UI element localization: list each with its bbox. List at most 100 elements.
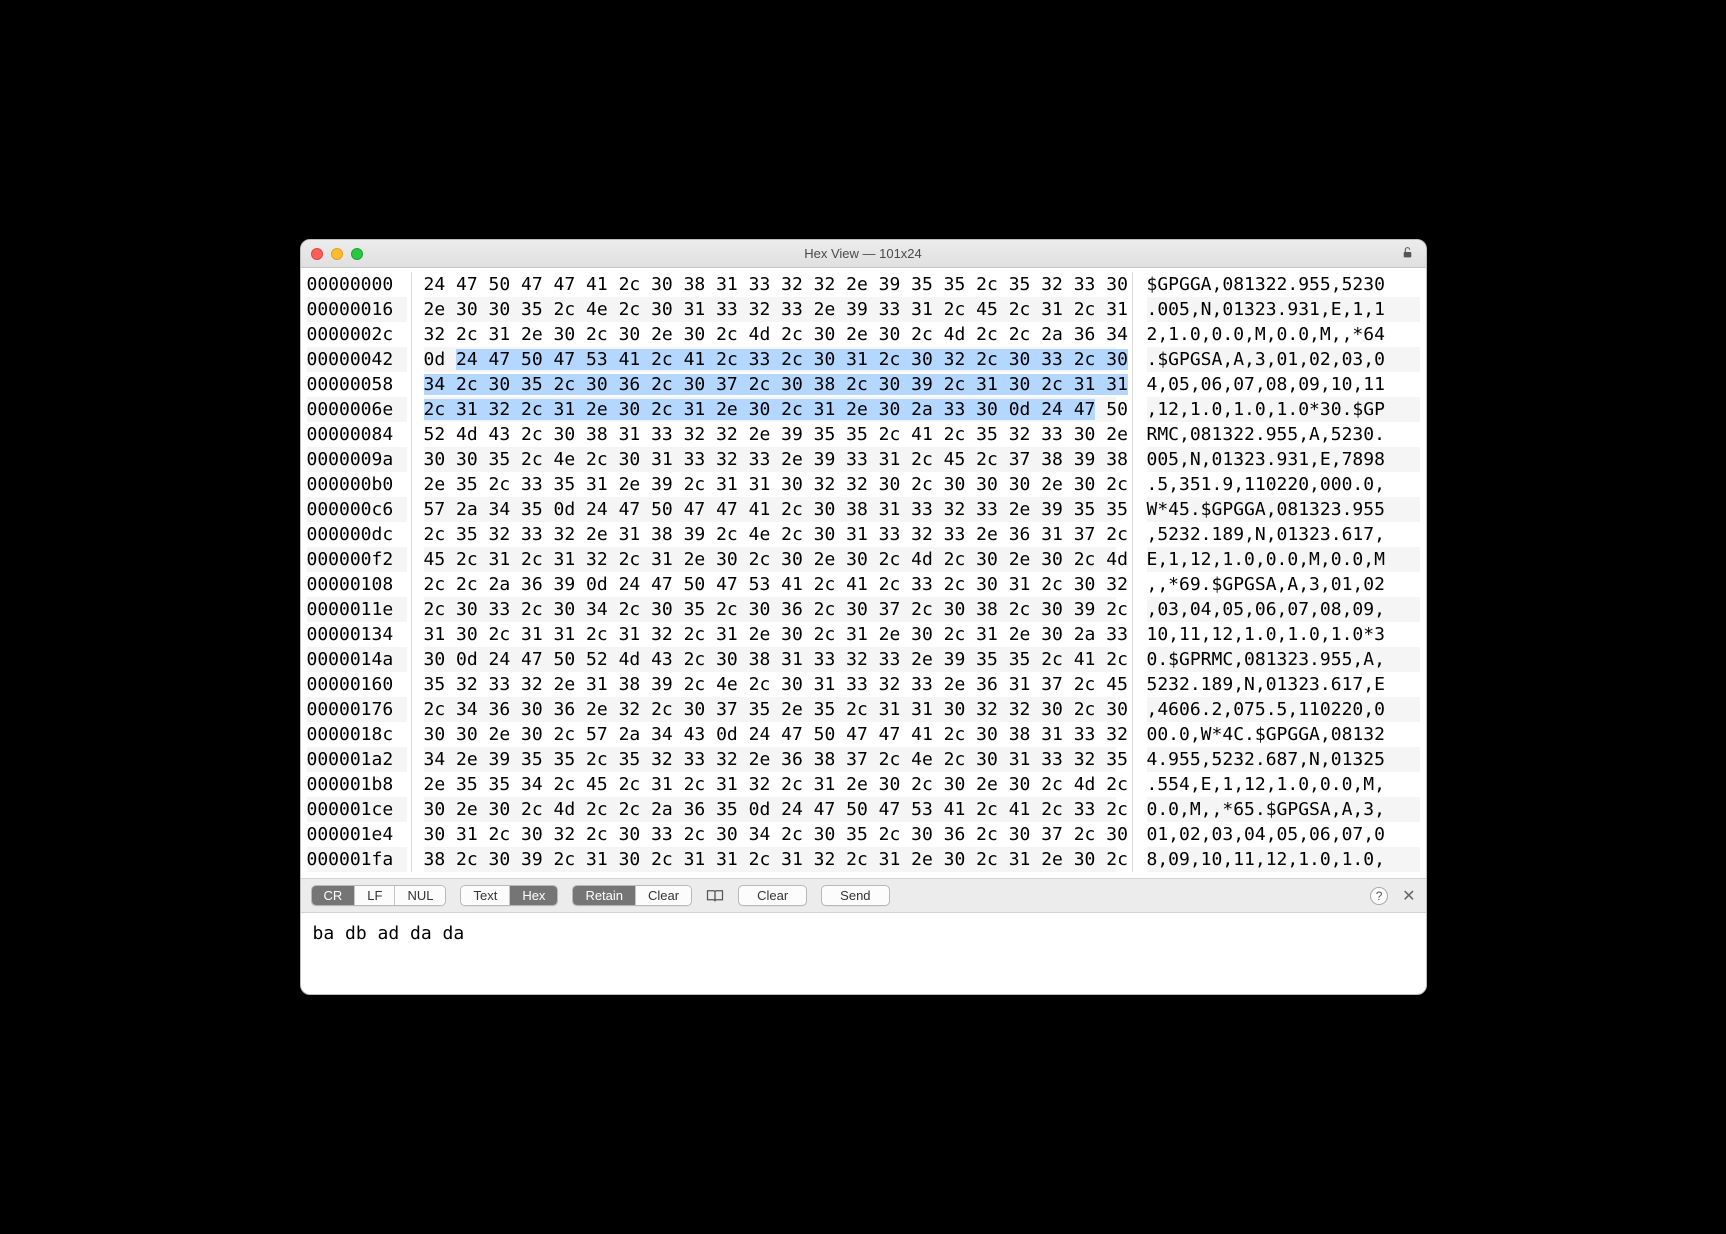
ascii-row[interactable]: ,5232.189,N,01323.617, (1147, 522, 1420, 547)
hex-row[interactable]: 24 47 50 47 47 41 2c 30 38 31 33 32 32 2… (424, 272, 1116, 297)
ascii-row[interactable]: ,,*69.$GPGSA,A,3,01,02 (1147, 572, 1420, 597)
help-icon[interactable]: ? (1370, 887, 1388, 905)
hex-row[interactable]: 2e 35 35 34 2c 45 2c 31 2c 31 32 2c 31 2… (424, 772, 1116, 797)
retain-segmented: Retain Clear (572, 885, 692, 906)
lf-button[interactable]: LF (355, 886, 395, 905)
hex-row[interactable]: 57 2a 34 35 0d 24 47 50 47 47 41 2c 30 3… (424, 497, 1116, 522)
ascii-row[interactable]: E,1,12,1.0,0.0,M,0.0,M (1147, 547, 1420, 572)
hex-row[interactable]: 34 2c 30 35 2c 30 36 2c 30 37 2c 30 38 2… (424, 372, 1116, 397)
close-panel-icon[interactable]: ✕ (1402, 886, 1415, 906)
hex-row[interactable]: 31 30 2c 31 31 2c 31 32 2c 31 2e 30 2c 3… (424, 622, 1116, 647)
offset-cell: 0000006e (307, 397, 407, 422)
ascii-row[interactable]: 10,11,12,1.0,1.0,1.0*3 (1147, 622, 1420, 647)
ascii-row[interactable]: 5232.189,N,01323.617,E (1147, 672, 1420, 697)
offset-cell: 000001e4 (307, 822, 407, 847)
offset-cell: 00000176 (307, 697, 407, 722)
ascii-row[interactable]: .554,E,1,12,1.0,0.0,M, (1147, 772, 1420, 797)
titlebar[interactable]: Hex View — 101x24 (301, 240, 1426, 268)
offset-cell: 000001a2 (307, 747, 407, 772)
ascii-row[interactable]: ,4606.2,075.5,110220,0 (1147, 697, 1420, 722)
ascii-row[interactable]: 4,05,06,07,08,09,10,11 (1147, 372, 1420, 397)
hex-row[interactable]: 2c 31 32 2c 31 2e 30 2c 31 2e 30 2c 31 2… (424, 397, 1116, 422)
nul-button[interactable]: NUL (395, 886, 445, 905)
hex-row[interactable]: 2c 2c 2a 36 39 0d 24 47 50 47 53 41 2c 4… (424, 572, 1116, 597)
hex-row[interactable]: 38 2c 30 39 2c 31 30 2c 31 31 2c 31 32 2… (424, 847, 1116, 872)
send-input[interactable]: ba db ad da da (301, 913, 1426, 994)
ascii-row[interactable]: 005,N,01323.931,E,7898 (1147, 447, 1420, 472)
cr-button[interactable]: CR (312, 886, 356, 905)
ascii-row[interactable]: .005,N,01323.931,E,1,1 (1147, 297, 1420, 322)
offset-cell: 0000009a (307, 447, 407, 472)
hex-row[interactable]: 30 30 2e 30 2c 57 2a 34 43 0d 24 47 50 4… (424, 722, 1116, 747)
ascii-row[interactable]: .5,351.9,110220,000.0, (1147, 472, 1420, 497)
hex-row[interactable]: 45 2c 31 2c 31 32 2c 31 2e 30 2c 30 2e 3… (424, 547, 1116, 572)
hex-row[interactable]: 35 32 33 32 2e 31 38 39 2c 4e 2c 30 31 3… (424, 672, 1116, 697)
offset-cell: 00000084 (307, 422, 407, 447)
ascii-row[interactable]: 0.$GPRMC,081323.955,A, (1147, 647, 1420, 672)
zoom-window-button[interactable] (351, 248, 363, 260)
offset-cell: 000000b0 (307, 472, 407, 497)
ascii-row[interactable]: 8,09,10,11,12,1.0,1.0, (1147, 847, 1420, 872)
offset-cell: 0000014a (307, 647, 407, 672)
hex-row[interactable]: 52 4d 43 2c 30 38 31 33 32 32 2e 39 35 3… (424, 422, 1116, 447)
offset-cell: 00000108 (307, 572, 407, 597)
ascii-row[interactable]: W*45.$GPGGA,081323.955 (1147, 497, 1420, 522)
offset-cell: 00000042 (307, 347, 407, 372)
offset-cell: 00000016 (307, 297, 407, 322)
offset-cell: 000001fa (307, 847, 407, 872)
hex-row[interactable]: 30 2e 30 2c 4d 2c 2c 2a 36 35 0d 24 47 5… (424, 797, 1116, 822)
clear-button[interactable]: Clear (738, 885, 807, 906)
toolbar: CR LF NUL Text Hex Retain Clear Clear Se… (301, 878, 1426, 913)
ascii-row[interactable]: 00.0,W*4C.$GPGGA,08132 (1147, 722, 1420, 747)
offset-cell: 00000160 (307, 672, 407, 697)
ascii-row[interactable]: $GPGGA,081322.955,5230 (1147, 272, 1420, 297)
close-window-button[interactable] (311, 248, 323, 260)
hex-row[interactable]: 0d 24 47 50 47 53 41 2c 41 2c 33 2c 30 3… (424, 347, 1116, 372)
offset-cell: 00000000 (307, 272, 407, 297)
hex-row[interactable]: 2e 30 30 35 2c 4e 2c 30 31 33 32 33 2e 3… (424, 297, 1116, 322)
hex-row[interactable]: 2c 34 36 30 36 2e 32 2c 30 37 35 2e 35 2… (424, 697, 1116, 722)
ascii-column[interactable]: $GPGGA,081322.955,5230.005,N,01323.931,E… (1133, 272, 1420, 872)
minimize-window-button[interactable] (331, 248, 343, 260)
hex-view-body[interactable]: 00000000000000160000002c0000004200000058… (301, 268, 1426, 878)
offset-cell: 000001ce (307, 797, 407, 822)
mode-segmented: Text Hex (460, 885, 558, 906)
ascii-row[interactable]: 2,1.0,0.0,M,0.0,M,,*64 (1147, 322, 1420, 347)
offset-cell: 00000134 (307, 622, 407, 647)
ascii-row[interactable]: 4.955,5232.687,N,01325 (1147, 747, 1420, 772)
lock-icon[interactable] (1401, 246, 1414, 262)
text-mode-button[interactable]: Text (461, 886, 510, 905)
window-title: Hex View — 101x24 (311, 246, 1416, 261)
hex-row[interactable]: 30 31 2c 30 32 2c 30 33 2c 30 34 2c 30 3… (424, 822, 1116, 847)
hex-row[interactable]: 2c 30 33 2c 30 34 2c 30 35 2c 30 36 2c 3… (424, 597, 1116, 622)
retain-button[interactable]: Retain (573, 886, 636, 905)
offset-column: 00000000000000160000002c0000004200000058… (307, 272, 411, 872)
offset-cell: 0000018c (307, 722, 407, 747)
offset-cell: 000000f2 (307, 547, 407, 572)
hex-row[interactable]: 30 30 35 2c 4e 2c 30 31 33 32 33 2e 39 3… (424, 447, 1116, 472)
hex-bytes-column[interactable]: 24 47 50 47 47 41 2c 30 38 31 33 32 32 2… (412, 272, 1132, 872)
ascii-row[interactable]: ,12,1.0,1.0,1.0*30.$GP (1147, 397, 1420, 422)
hex-row[interactable]: 2e 35 2c 33 35 31 2e 39 2c 31 31 30 32 3… (424, 472, 1116, 497)
ascii-row[interactable]: 01,02,03,04,05,06,07,0 (1147, 822, 1420, 847)
clear-retain-button[interactable]: Clear (636, 886, 691, 905)
app-window: Hex View — 101x24 0000000000000016000000… (300, 239, 1427, 995)
hex-row[interactable]: 34 2e 39 35 35 2c 35 32 33 32 2e 36 38 3… (424, 747, 1116, 772)
offset-cell: 000000dc (307, 522, 407, 547)
hex-row[interactable]: 30 0d 24 47 50 52 4d 43 2c 30 38 31 33 3… (424, 647, 1116, 672)
traffic-lights (311, 248, 363, 260)
ascii-row[interactable]: 0.0,M,,*65.$GPGSA,A,3, (1147, 797, 1420, 822)
offset-cell: 00000058 (307, 372, 407, 397)
send-button[interactable]: Send (821, 885, 889, 906)
book-icon[interactable] (706, 887, 724, 905)
offset-cell: 0000011e (307, 597, 407, 622)
offset-cell: 0000002c (307, 322, 407, 347)
ascii-row[interactable]: ,03,04,05,06,07,08,09, (1147, 597, 1420, 622)
ascii-row[interactable]: RMC,081322.955,A,5230. (1147, 422, 1420, 447)
offset-cell: 000001b8 (307, 772, 407, 797)
line-ending-segmented: CR LF NUL (311, 885, 447, 906)
hex-mode-button[interactable]: Hex (510, 886, 557, 905)
ascii-row[interactable]: .$GPGSA,A,3,01,02,03,0 (1147, 347, 1420, 372)
hex-row[interactable]: 32 2c 31 2e 30 2c 30 2e 30 2c 4d 2c 30 2… (424, 322, 1116, 347)
hex-row[interactable]: 2c 35 32 33 32 2e 31 38 39 2c 4e 2c 30 3… (424, 522, 1116, 547)
